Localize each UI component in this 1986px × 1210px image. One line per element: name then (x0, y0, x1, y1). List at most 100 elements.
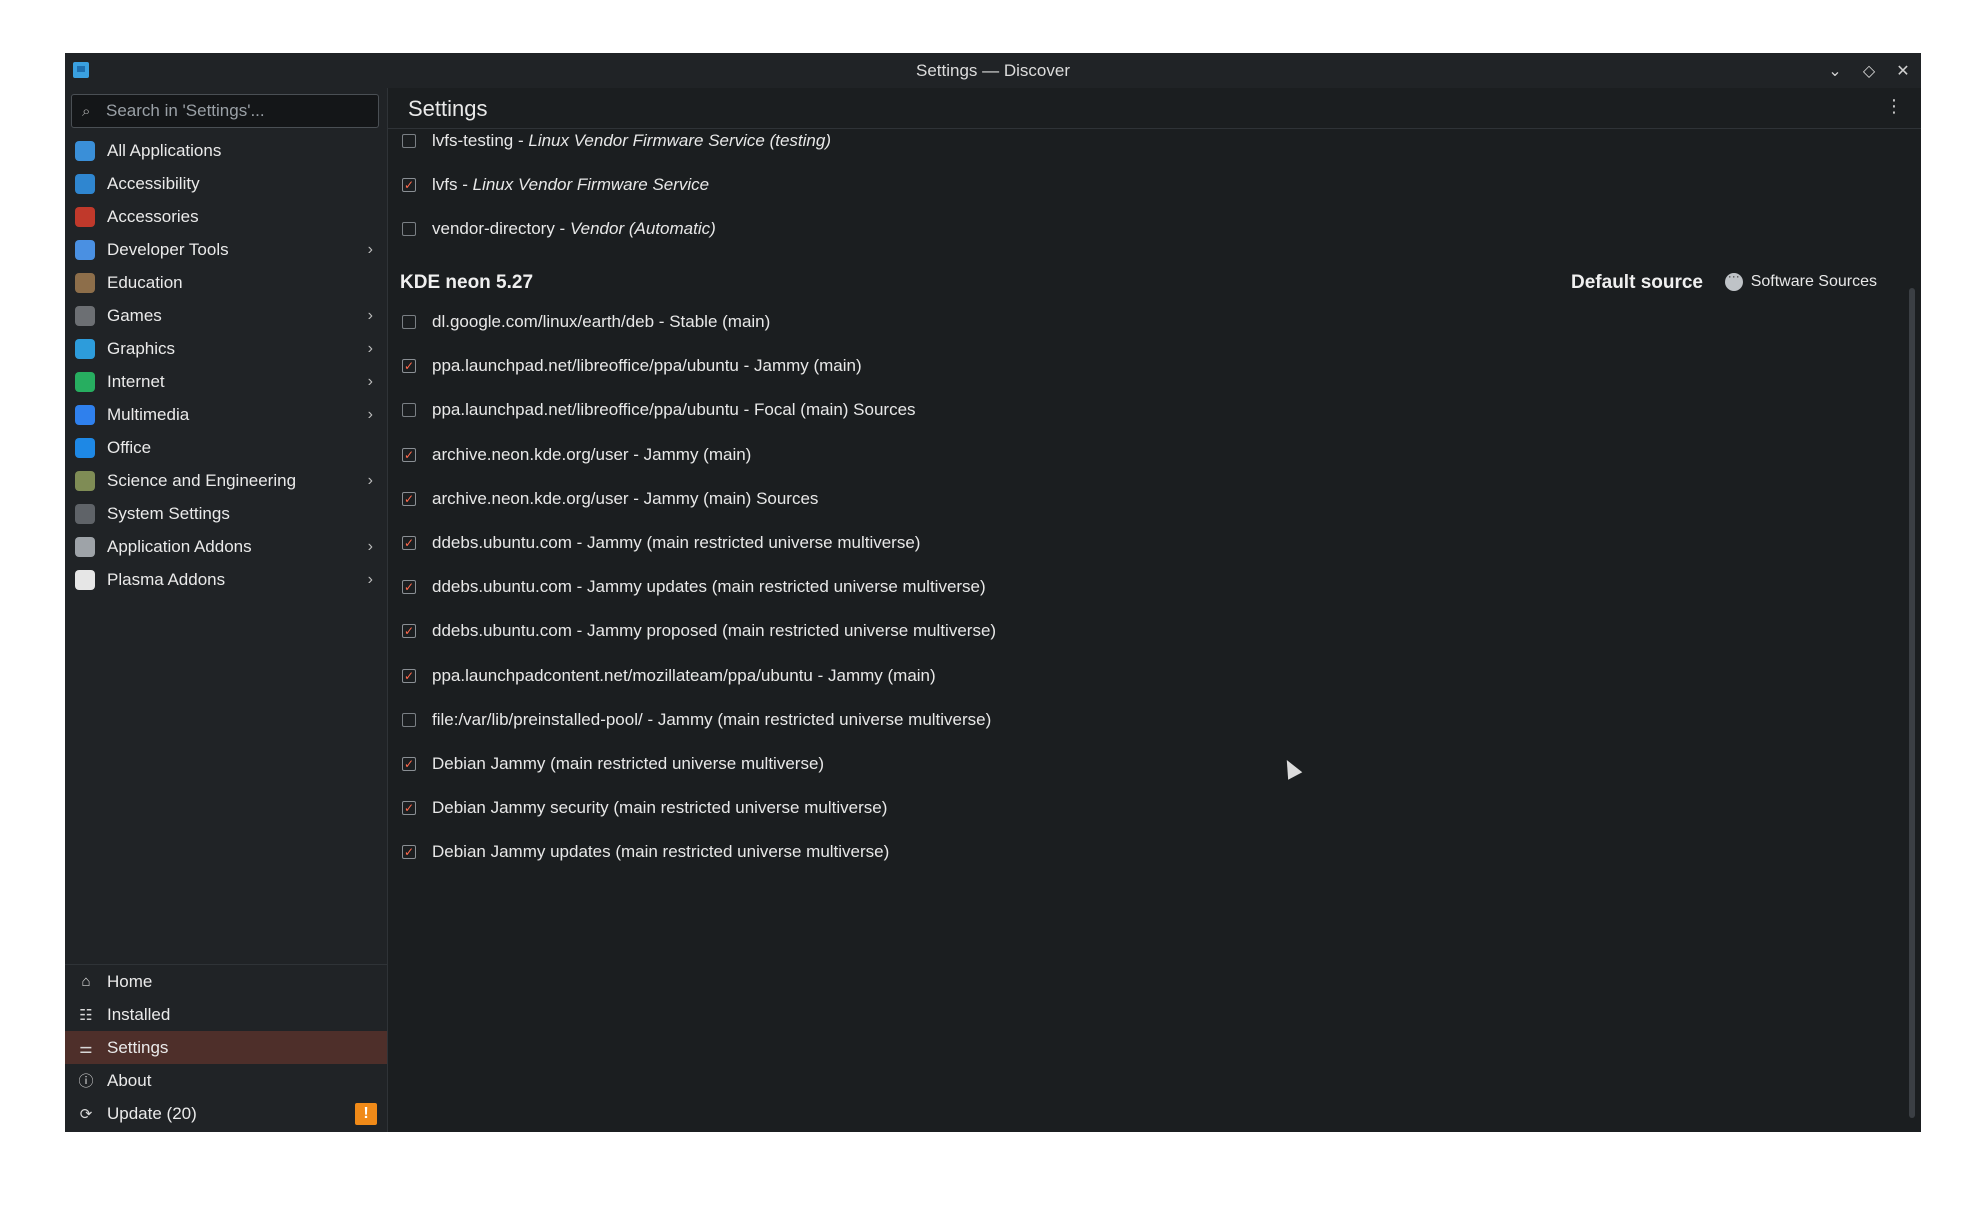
search-box[interactable]: ⌕ (71, 94, 379, 128)
source-name: lvfs - (432, 175, 473, 194)
nav-label: Home (107, 971, 153, 991)
checkbox-checked[interactable]: ✓ (402, 359, 416, 374)
category-icon (75, 305, 95, 326)
search-input[interactable] (104, 100, 378, 122)
firmware-source-row[interactable]: lvfs-testing - Linux Vendor Firmware Ser… (388, 131, 831, 151)
source-name: lvfs-testing - (432, 131, 529, 150)
category-label: All Applications (107, 140, 222, 160)
sidebar-category-office[interactable]: Office (65, 431, 387, 464)
checkbox-unchecked[interactable] (402, 712, 416, 727)
repository-row[interactable]: dl.google.com/linux/earth/deb - Stable (… (388, 312, 770, 332)
repository-row[interactable]: ✓ Debian Jammy security (main restricted … (388, 798, 887, 818)
sources-list[interactable]: KDE neon 5.27 Default source Software So… (388, 129, 1901, 1132)
source-description: Vendor (Automatic) (569, 219, 716, 238)
repository-label: dl.google.com/linux/earth/deb - Stable (… (432, 312, 771, 331)
software-sources-label: Software Sources (1750, 273, 1877, 290)
nav-item-settings[interactable]: ⚌ Settings (65, 1031, 387, 1064)
minimize-icon[interactable]: ⌄ (1827, 61, 1843, 81)
default-source-label: Default source (1571, 272, 1703, 293)
category-icon (75, 173, 95, 194)
sidebar-category-science-and-engineering[interactable]: Science and Engineering › (65, 464, 387, 497)
category-list: All Applications Accessibility Accessories… (65, 134, 387, 596)
repository-row[interactable]: ✓ ddebs.ubuntu.com - Jammy updates (main … (388, 577, 986, 597)
checkbox-unchecked[interactable] (402, 134, 416, 148)
repository-row[interactable]: ✓ ddebs.ubuntu.com - Jammy (main restrict… (388, 533, 920, 553)
category-icon (75, 206, 95, 227)
chevron-right-icon: › (367, 240, 373, 258)
checkbox-unchecked[interactable] (402, 222, 416, 236)
repository-row[interactable]: ✓ ppa.launchpad.net/libreoffice/ppa/ubunt… (388, 356, 862, 376)
checkbox-checked[interactable]: ✓ (402, 536, 416, 550)
update-icon: ⟳ (79, 1105, 93, 1123)
repository-row[interactable]: ✓ Debian Jammy (main restricted universe … (388, 754, 824, 774)
category-icon (75, 338, 95, 359)
repository-row[interactable]: ✓ Debian Jammy updates (main restricted u… (388, 842, 889, 862)
repository-label: ddebs.ubuntu.com - Jammy proposed (main … (432, 621, 997, 641)
checkbox-checked[interactable]: ✓ (402, 580, 416, 595)
checkbox-checked[interactable]: ✓ (402, 491, 416, 506)
sidebar-category-multimedia[interactable]: Multimedia › (65, 398, 387, 431)
close-icon[interactable]: ✕ (1895, 61, 1911, 81)
discover-app-icon (73, 62, 89, 78)
sidebar-category-education[interactable]: Education (65, 266, 387, 299)
checkbox-checked[interactable]: ✓ (402, 178, 416, 192)
nav-item-about[interactable]: ⓘ About (65, 1064, 387, 1097)
category-label: Accessories (107, 206, 199, 226)
category-icon (75, 140, 95, 161)
more-options-icon[interactable]: ⋮ (1885, 96, 1903, 117)
sidebar-category-system-settings[interactable]: System Settings (65, 497, 387, 530)
category-icon (75, 536, 95, 557)
scrollbar[interactable] (1909, 288, 1915, 1118)
software-sources-button[interactable]: Software Sources (1724, 269, 1877, 291)
category-label: Multimedia (107, 404, 190, 424)
sidebar-category-application-addons[interactable]: Application Addons › (65, 530, 387, 563)
repository-row[interactable]: file:/var/lib/preinstalled-pool/ - Jammy… (388, 710, 991, 730)
chevron-right-icon: › (367, 306, 373, 324)
checkbox-checked[interactable]: ✓ (402, 624, 416, 639)
maximize-icon[interactable]: ◇ (1861, 61, 1877, 81)
section-title: KDE neon 5.27 (400, 272, 534, 293)
repository-row[interactable]: ✓ archive.neon.kde.org/user - Jammy (main… (388, 489, 818, 509)
checkbox-checked[interactable]: ✓ (402, 757, 416, 771)
sidebar-category-accessibility[interactable]: Accessibility (65, 167, 387, 200)
checkbox-checked[interactable]: ✓ (402, 447, 416, 462)
firmware-source-row[interactable]: vendor-directory - Vendor (Automatic) (388, 219, 716, 239)
sidebar-category-graphics[interactable]: Graphics › (65, 332, 387, 365)
checkbox-checked[interactable]: ✓ (402, 801, 416, 816)
bottom-navigation: ⌂ Home ☷ Installed ⚌ Settings ⓘ About ⟳ Update (2… (65, 964, 387, 1132)
checkbox-checked[interactable]: ✓ (402, 668, 416, 683)
checkbox-unchecked[interactable] (402, 403, 416, 418)
nav-item-home[interactable]: ⌂ Home (65, 965, 387, 998)
sidebar-category-plasma-addons[interactable]: Plasma Addons › (65, 563, 387, 596)
sidebar-category-developer-tools[interactable]: Developer Tools › (65, 233, 387, 266)
repository-row[interactable]: ✓ ddebs.ubuntu.com - Jammy proposed (main… (388, 621, 996, 641)
nav-item-installed[interactable]: ☷ Installed (65, 998, 387, 1031)
category-label: Internet (107, 371, 165, 391)
chevron-right-icon: › (367, 471, 373, 489)
repository-row[interactable]: ✓ ppa.launchpadcontent.net/mozillateam/pp… (388, 666, 936, 686)
category-icon (75, 569, 95, 590)
firmware-source-row[interactable]: ✓ lvfs - Linux Vendor Firmware Service (388, 175, 709, 195)
repository-label: file:/var/lib/preinstalled-pool/ - Jammy… (432, 709, 992, 729)
sidebar-category-internet[interactable]: Internet › (65, 365, 387, 398)
repository-row[interactable]: ✓ archive.neon.kde.org/user - Jammy (main… (388, 445, 751, 465)
installed-icon: ☷ (79, 1006, 93, 1024)
category-icon (75, 404, 95, 425)
checkbox-unchecked[interactable] (402, 315, 416, 329)
sidebar-category-all-applications[interactable]: All Applications (65, 134, 387, 167)
chevron-right-icon: › (367, 372, 373, 390)
repository-row[interactable]: ppa.launchpad.net/libreoffice/ppa/ubuntu… (388, 400, 916, 420)
category-icon (75, 272, 95, 293)
settings-icon: ⚌ (79, 1039, 93, 1057)
software-sources-icon (1724, 269, 1743, 291)
checkbox-checked[interactable]: ✓ (402, 845, 416, 860)
window-controls: ⌄ ◇ ✕ (1827, 53, 1911, 88)
nav-label: Settings (107, 1037, 169, 1057)
category-label: Games (107, 305, 162, 325)
category-icon (75, 437, 95, 458)
sidebar-category-games[interactable]: Games › (65, 299, 387, 332)
category-label: Education (107, 272, 183, 292)
repository-label: ddebs.ubuntu.com - Jammy (main restricte… (432, 533, 921, 552)
nav-item-update-20[interactable]: ⟳ Update (20)! (65, 1097, 387, 1130)
sidebar-category-accessories[interactable]: Accessories (65, 200, 387, 233)
